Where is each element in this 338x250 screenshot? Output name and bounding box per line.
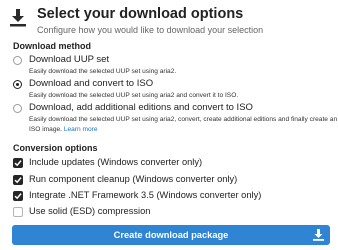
- checkbox-checked[interactable]: [13, 175, 23, 185]
- option-download-and-convert-iso[interactable]: Download and convert to ISO Easily downl…: [13, 78, 333, 100]
- checkbox-integrate-netfx[interactable]: Integrate .NET Framework 3.5 (Windows co…: [13, 190, 333, 204]
- checkbox-label: Run component cleanup (Windows converter…: [29, 174, 238, 184]
- check-icon: [14, 160, 22, 167]
- checkbox-label: Use solid (ESD) compression: [29, 206, 151, 216]
- conversion-options-heading: Conversion options: [13, 143, 98, 153]
- check-icon: [14, 177, 22, 184]
- download-icon: [313, 229, 324, 241]
- option-download-uup-set[interactable]: Download UUP set Easily download the sel…: [13, 54, 333, 76]
- checkbox-unchecked[interactable]: [13, 207, 23, 217]
- dialog-header: Select your download options Configure h…: [10, 6, 330, 36]
- checkbox-label: Include updates (Windows converter only): [29, 157, 203, 167]
- learn-more-link[interactable]: Learn more: [64, 126, 98, 133]
- checkbox-label: Integrate .NET Framework 3.5 (Windows co…: [29, 190, 262, 200]
- option-description: Easily download the selected UUP set usi…: [29, 115, 338, 134]
- check-icon: [14, 193, 22, 200]
- checkbox-checked[interactable]: [13, 158, 23, 168]
- option-description: Easily download the selected UUP set usi…: [29, 68, 177, 75]
- option-label: Download, add additional editions and co…: [29, 102, 253, 113]
- page-subtitle: Configure how you would like to download…: [37, 25, 264, 35]
- page-title: Select your download options: [37, 6, 244, 22]
- option-description: Easily download the selected UUP set usi…: [29, 92, 239, 99]
- download-icon: [10, 9, 26, 27]
- radio-button[interactable]: [13, 56, 22, 65]
- button-label: Create download package: [113, 230, 229, 240]
- create-download-package-button[interactable]: Create download package: [12, 225, 330, 245]
- option-label: Download and convert to ISO: [29, 78, 154, 89]
- option-additional-editions-iso[interactable]: Download, add additional editions and co…: [13, 102, 337, 134]
- checkbox-solid-compression[interactable]: Use solid (ESD) compression: [13, 206, 333, 220]
- option-label: Download UUP set: [29, 54, 110, 65]
- download-method-heading: Download method: [13, 41, 91, 51]
- radio-button[interactable]: [13, 104, 22, 113]
- checkbox-checked[interactable]: [13, 191, 23, 201]
- checkbox-component-cleanup[interactable]: Run component cleanup (Windows converter…: [13, 174, 333, 188]
- checkbox-include-updates[interactable]: Include updates (Windows converter only): [13, 157, 333, 171]
- radio-button-selected[interactable]: [13, 80, 22, 89]
